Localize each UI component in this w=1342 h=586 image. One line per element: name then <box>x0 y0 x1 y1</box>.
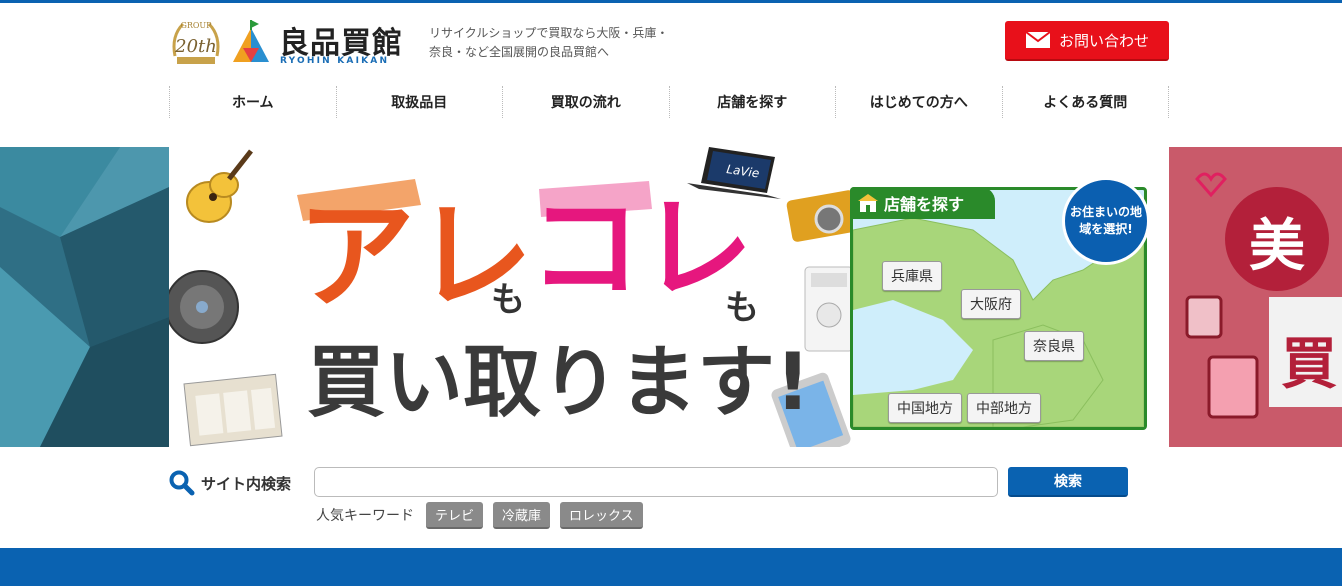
store-map-tab: 店舗を探す <box>850 187 995 219</box>
store-map-tab-label: 店舗を探す <box>884 195 965 214</box>
headline-kaitorimasu: 買い取ります! <box>307 338 811 428</box>
robot-vacuum-illustration <box>169 270 239 344</box>
keyword-rolex[interactable]: ロレックス <box>560 501 643 529</box>
nav-first-time[interactable]: はじめての方へ <box>835 86 1002 118</box>
nav-items[interactable]: 取扱品目 <box>335 86 503 118</box>
nav-faq[interactable]: よくある質問 <box>1001 86 1169 118</box>
mail-icon <box>1025 31 1051 48</box>
nav-flow[interactable]: 買取の流れ <box>502 86 669 118</box>
badge-group-text: GROUP <box>180 21 212 30</box>
search-label-text: サイト内検索 <box>201 474 292 493</box>
main-nav: ホーム 取扱品目 買取の流れ 店舗を探す はじめての方へ よくある質問 <box>169 86 1169 118</box>
keyword-tv[interactable]: テレビ <box>426 501 484 529</box>
popular-keywords-label: 人気キーワード <box>316 508 414 524</box>
top-accent-line <box>0 0 1342 3</box>
region-select-bubble: お住まいの地域を選択! <box>1062 177 1150 265</box>
search-icon <box>169 470 195 496</box>
contact-button[interactable]: お問い合わせ <box>1005 21 1169 61</box>
header-tagline: リサイクルショップで買取なら大阪・兵庫・奈良・など全国展開の良品買館へ <box>429 26 669 59</box>
badge-number-text: 20th <box>174 36 217 57</box>
right-slide-char-1: 美 <box>1249 214 1305 279</box>
region-chugoku-button[interactable]: 中国地方 <box>888 393 962 423</box>
region-chubu-button[interactable]: 中部地方 <box>967 393 1041 423</box>
camera-illustration <box>786 190 860 242</box>
search-button[interactable]: 検索 <box>1008 467 1128 497</box>
hero-banner[interactable]: LaVie アレ も コレ も 買い取ります! 店舗を探す お住まいの地域を選択… <box>169 147 1169 447</box>
pref-osaka-button[interactable]: 大阪府 <box>961 289 1021 319</box>
pref-hyogo-button[interactable]: 兵庫県 <box>882 261 942 291</box>
nav-home[interactable]: ホーム <box>169 86 336 118</box>
washing-machine-illustration <box>804 266 854 352</box>
bottom-blue-band <box>0 548 1342 586</box>
anniversary-badge: GROUP 20th <box>169 16 223 68</box>
nav-stores[interactable]: 店舗を探す <box>668 86 836 118</box>
hero-carousel: LaVie アレ も コレ も 買い取ります! 店舗を探す お住まいの地域を選択… <box>0 147 1342 447</box>
hero-next-slide[interactable]: 美 買 <box>1169 147 1342 447</box>
towel-box-illustration <box>183 373 283 447</box>
keyword-refrigerator[interactable]: 冷蔵庫 <box>493 501 551 529</box>
right-slide-char-2: 買 <box>1281 332 1337 397</box>
site-header: GROUP 20th 良品買館 RYOHIN KAIKAN リサイクルショップで… <box>169 12 1169 74</box>
popular-keywords: 人気キーワード テレビ 冷蔵庫 ロレックス <box>316 501 643 529</box>
guitar-illustration <box>186 149 253 223</box>
search-label: サイト内検索 <box>169 470 291 496</box>
pref-nara-button[interactable]: 奈良県 <box>1024 331 1084 361</box>
logo-subtext: RYOHIN KAIKAN <box>280 56 390 66</box>
logo-mark-icon[interactable] <box>231 18 271 64</box>
store-building-icon <box>858 194 878 212</box>
headline-kore: コレ <box>529 184 753 314</box>
search-input[interactable] <box>314 467 998 497</box>
hero-prev-slide[interactable] <box>0 147 169 447</box>
headline-mo-1: も <box>491 280 525 320</box>
site-search: サイト内検索 検索 <box>169 466 1169 500</box>
headline-mo-2: も <box>725 288 759 328</box>
contact-button-label: お問い合わせ <box>1058 31 1149 50</box>
